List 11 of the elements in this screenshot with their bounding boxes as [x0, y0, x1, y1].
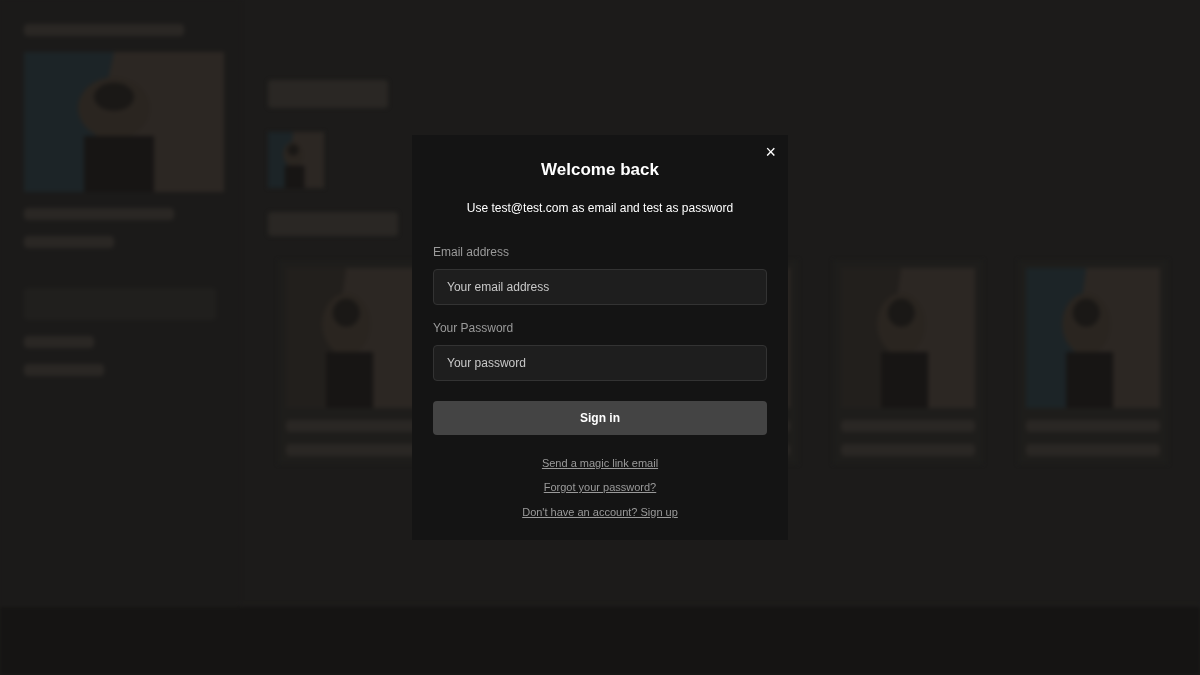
text-link[interactable]: Don't have an account? Sign up [522, 503, 678, 520]
field-label: Your Password [433, 319, 515, 337]
input-field[interactable]: Your password [433, 344, 767, 381]
dialog-title: Welcome back [541, 159, 659, 181]
input-field[interactable]: Your email address [433, 268, 767, 305]
field-label: Email address [433, 243, 511, 261]
sign-in-button[interactable]: Sign in [433, 400, 767, 435]
text-link[interactable]: Send a magic link email [541, 454, 659, 471]
close-button[interactable]: × [765, 143, 776, 161]
dialog-hint: Use test@test.com as email and test as password [466, 199, 734, 217]
text-link[interactable]: Forgot your password? [543, 479, 657, 496]
